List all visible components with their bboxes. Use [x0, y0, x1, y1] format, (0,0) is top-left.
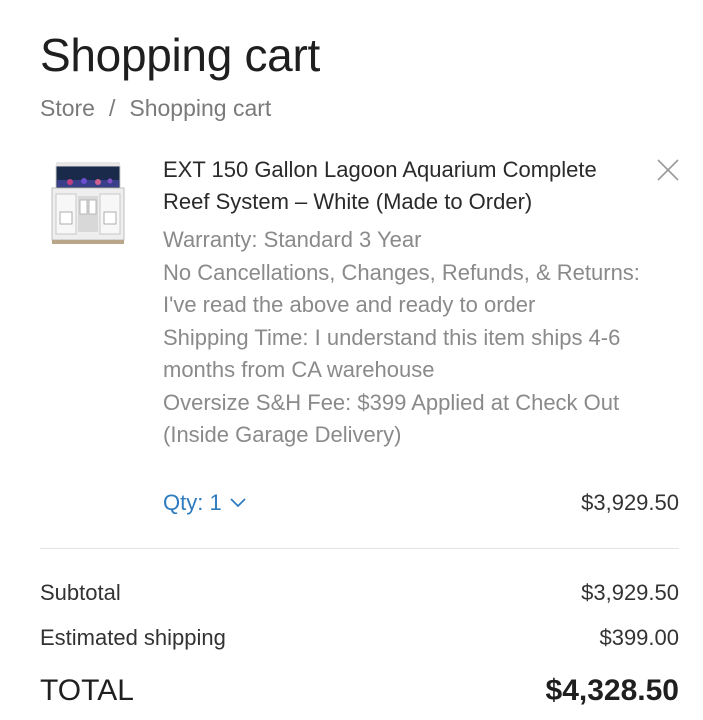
- breadcrumb: Store / Shopping cart: [40, 95, 271, 122]
- estimated-shipping-row: Estimated shipping $399.00: [40, 625, 679, 651]
- aquarium-product-image-icon: [51, 162, 125, 244]
- estimated-shipping-label: Estimated shipping: [40, 625, 226, 650]
- breadcrumb-store-link[interactable]: Store: [40, 95, 95, 121]
- chevron-down-icon: [230, 498, 246, 508]
- option-oversize-fee: Oversize S&H Fee: $399 Applied at Check …: [163, 389, 620, 448]
- breadcrumb-separator: /: [108, 95, 116, 121]
- subtotal-row: Subtotal $3,929.50: [40, 580, 679, 606]
- quantity-label: Qty: 1: [163, 490, 222, 515]
- page-title: Shopping cart: [40, 29, 320, 81]
- product-image[interactable]: [40, 152, 136, 248]
- close-icon: [657, 159, 679, 181]
- total-label: TOTAL: [40, 674, 134, 707]
- subtotal-value: $3,929.50: [581, 580, 679, 605]
- cart-item-title[interactable]: EXT 150 Gallon Lagoon Aquarium Complete …: [163, 154, 643, 218]
- estimated-shipping-value: $399.00: [599, 625, 679, 650]
- cart-item-options: Warranty: Standard 3 Year No Cancellatio…: [163, 224, 673, 452]
- breadcrumb-current: Shopping cart: [129, 95, 272, 121]
- divider: [40, 548, 679, 549]
- option-shipping-time: Shipping Time: I understand this item sh…: [163, 324, 621, 383]
- cart-item-price: $3,929.50: [581, 490, 679, 515]
- remove-item-button[interactable]: [655, 157, 681, 183]
- quantity-selector[interactable]: Qty: 1: [163, 490, 246, 516]
- total-value: $4,328.50: [545, 674, 679, 707]
- total-row: TOTAL $4,328.50: [40, 674, 679, 708]
- option-no-cancellations: No Cancellations, Changes, Refunds, & Re…: [163, 259, 640, 318]
- option-warranty: Warranty: Standard 3 Year: [163, 227, 422, 252]
- subtotal-label: Subtotal: [40, 580, 121, 605]
